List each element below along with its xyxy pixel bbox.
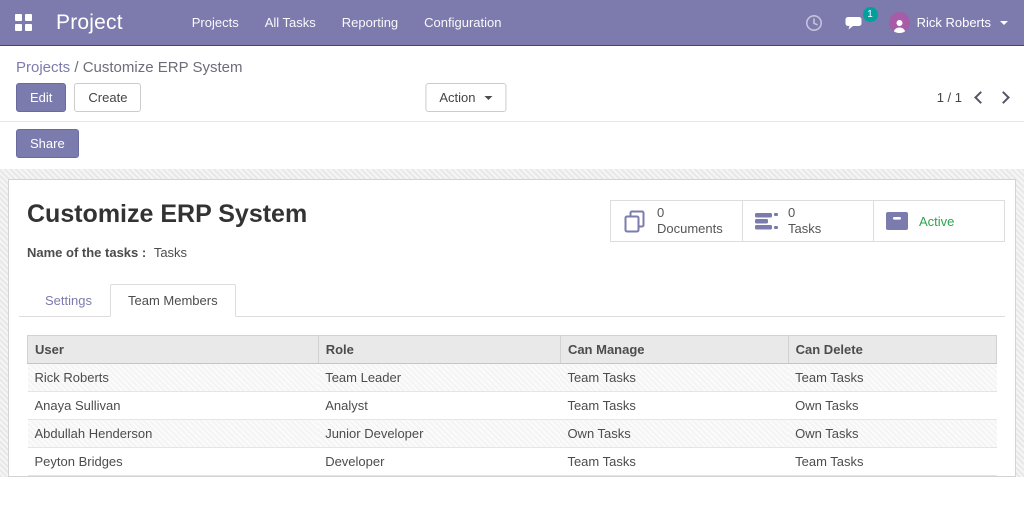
form-background: Customize ERP System Name of the tasks :… bbox=[0, 169, 1024, 477]
app-title[interactable]: Project bbox=[56, 11, 123, 35]
tab-team-members[interactable]: Team Members bbox=[109, 284, 236, 317]
menu-item-all-tasks[interactable]: All Tasks bbox=[252, 0, 329, 45]
stat-button-group: 0 Documents 0 Tasks Active bbox=[610, 200, 1005, 242]
pager-count[interactable]: 1 / 1 bbox=[937, 90, 962, 105]
action-dropdown-wrap: Action bbox=[425, 83, 507, 112]
cell-can-delete[interactable]: Team Tasks bbox=[788, 363, 997, 392]
share-row: Share bbox=[0, 122, 1024, 169]
pager-next-icon[interactable] bbox=[997, 91, 1010, 104]
messages-count-badge: 1 bbox=[862, 6, 878, 22]
cell-role[interactable]: Developer bbox=[318, 448, 560, 476]
team-members-table: User Role Can Manage Can Delete Rick Rob… bbox=[27, 335, 998, 476]
messages-icon-button[interactable]: 1 bbox=[845, 6, 878, 32]
pager: 1 / 1 bbox=[937, 90, 1010, 105]
table-row[interactable]: Peyton Bridges Developer Team Tasks Team… bbox=[27, 448, 997, 476]
control-panel: Edit Create Action 1 / 1 bbox=[0, 83, 1024, 122]
activities-clock-icon[interactable] bbox=[805, 14, 823, 32]
user-name: Rick Roberts bbox=[916, 15, 991, 30]
cell-user[interactable]: Abdullah Henderson bbox=[27, 419, 319, 448]
cell-can-delete[interactable]: Own Tasks bbox=[788, 419, 997, 448]
tasks-name-field: Name of the tasks : Tasks bbox=[27, 245, 610, 260]
table-row[interactable]: Rick Roberts Team Leader Team Tasks Team… bbox=[27, 363, 997, 392]
breadcrumb: Projects / Customize ERP System bbox=[0, 46, 1024, 83]
title-block: Customize ERP System Name of the tasks :… bbox=[19, 200, 610, 260]
navbar-right: 1 Rick Roberts bbox=[805, 6, 1008, 33]
tasks-name-label: Name of the tasks : bbox=[27, 245, 147, 260]
sheet-header: Customize ERP System Name of the tasks :… bbox=[19, 200, 1005, 260]
cell-user[interactable]: Harleen Hunt bbox=[27, 475, 319, 476]
menu-item-reporting[interactable]: Reporting bbox=[329, 0, 411, 45]
cell-role[interactable]: Junior Developer bbox=[318, 419, 561, 448]
action-dropdown-label: Action bbox=[439, 90, 476, 105]
cell-user[interactable]: Rick Roberts bbox=[27, 363, 319, 392]
archive-box-icon bbox=[886, 212, 908, 230]
team-members-table-wrap: User Role Can Manage Can Delete Rick Rob… bbox=[19, 335, 1005, 476]
cell-can-delete[interactable]: Own Tasks bbox=[788, 392, 996, 420]
documents-label: Documents bbox=[657, 221, 723, 236]
cell-can-delete[interactable]: Team Tasks bbox=[788, 448, 996, 476]
chevron-down-icon bbox=[1000, 20, 1008, 25]
navbar: Project Projects All Tasks Reporting Con… bbox=[0, 0, 1024, 46]
column-header-user[interactable]: User bbox=[27, 335, 319, 364]
tasks-stat-text: 0 Tasks bbox=[788, 205, 821, 238]
form-sheet: Customize ERP System Name of the tasks :… bbox=[8, 179, 1016, 477]
cell-can-manage[interactable]: Team Tasks bbox=[560, 392, 788, 420]
pager-previous-icon[interactable] bbox=[974, 91, 987, 104]
active-stat-button[interactable]: Active bbox=[873, 201, 1004, 241]
share-button[interactable]: Share bbox=[16, 129, 79, 158]
action-dropdown-button[interactable]: Action bbox=[425, 83, 507, 112]
column-header-role[interactable]: Role bbox=[317, 335, 561, 364]
notebook-tabs: Settings Team Members bbox=[19, 284, 1005, 317]
tasks-stat-button[interactable]: 0 Tasks bbox=[742, 201, 873, 241]
page-title: Customize ERP System bbox=[27, 200, 308, 228]
cell-can-delete[interactable]: No Access bbox=[788, 475, 997, 476]
cell-user[interactable]: Anaya Sullivan bbox=[28, 392, 319, 420]
cell-can-manage[interactable]: Own Tasks bbox=[560, 419, 789, 448]
cell-can-manage[interactable]: Team Tasks bbox=[560, 363, 789, 392]
table-header-row: User Role Can Manage Can Delete bbox=[27, 335, 998, 364]
documents-icon bbox=[624, 210, 645, 232]
cell-role[interactable]: Team Leader bbox=[318, 363, 561, 392]
main-menu: Projects All Tasks Reporting Configurati… bbox=[179, 0, 515, 45]
tasks-list-icon bbox=[755, 213, 778, 230]
cell-can-manage[interactable]: Team Tasks bbox=[560, 448, 788, 476]
cell-role[interactable]: Analyst bbox=[318, 392, 560, 420]
menu-item-projects[interactable]: Projects bbox=[179, 0, 252, 45]
menu-item-configuration[interactable]: Configuration bbox=[411, 0, 514, 45]
table-row[interactable]: Anaya Sullivan Analyst Team Tasks Own Ta… bbox=[27, 392, 997, 420]
column-header-can-manage[interactable]: Can Manage bbox=[559, 335, 789, 364]
documents-stat-button[interactable]: 0 Documents bbox=[611, 201, 742, 241]
breadcrumb-current: Customize ERP System bbox=[82, 59, 243, 76]
table-row[interactable]: Abdullah Henderson Junior Developer Own … bbox=[27, 419, 997, 448]
breadcrumb-separator: / bbox=[74, 59, 83, 76]
breadcrumb-parent-link[interactable]: Projects bbox=[16, 59, 70, 76]
tasks-count: 0 bbox=[788, 204, 796, 220]
active-status-label: Active bbox=[919, 213, 955, 229]
person-icon bbox=[893, 20, 906, 33]
documents-count: 0 bbox=[657, 204, 665, 220]
apps-grid-icon-glyph bbox=[14, 14, 32, 31]
clock-icon bbox=[805, 14, 822, 31]
create-button[interactable]: Create bbox=[74, 83, 142, 112]
cell-can-manage[interactable]: Own Tasks bbox=[560, 475, 789, 476]
tasks-name-value: Tasks bbox=[153, 245, 188, 260]
avatar bbox=[888, 12, 910, 33]
apps-grid-icon[interactable] bbox=[8, 8, 38, 38]
documents-stat-text: 0 Documents bbox=[657, 205, 723, 238]
tasks-label: Tasks bbox=[788, 221, 822, 236]
tab-settings[interactable]: Settings bbox=[27, 284, 110, 317]
cell-role[interactable]: QA Engineer bbox=[318, 475, 561, 476]
edit-button[interactable]: Edit bbox=[16, 83, 67, 112]
chevron-down-icon bbox=[484, 95, 493, 100]
cell-user[interactable]: Peyton Bridges bbox=[28, 448, 319, 476]
column-header-can-delete[interactable]: Can Delete bbox=[787, 335, 998, 364]
user-menu[interactable]: Rick Roberts bbox=[888, 12, 1008, 33]
table-row[interactable]: Harleen Hunt QA Engineer Own Tasks No Ac… bbox=[27, 475, 997, 476]
